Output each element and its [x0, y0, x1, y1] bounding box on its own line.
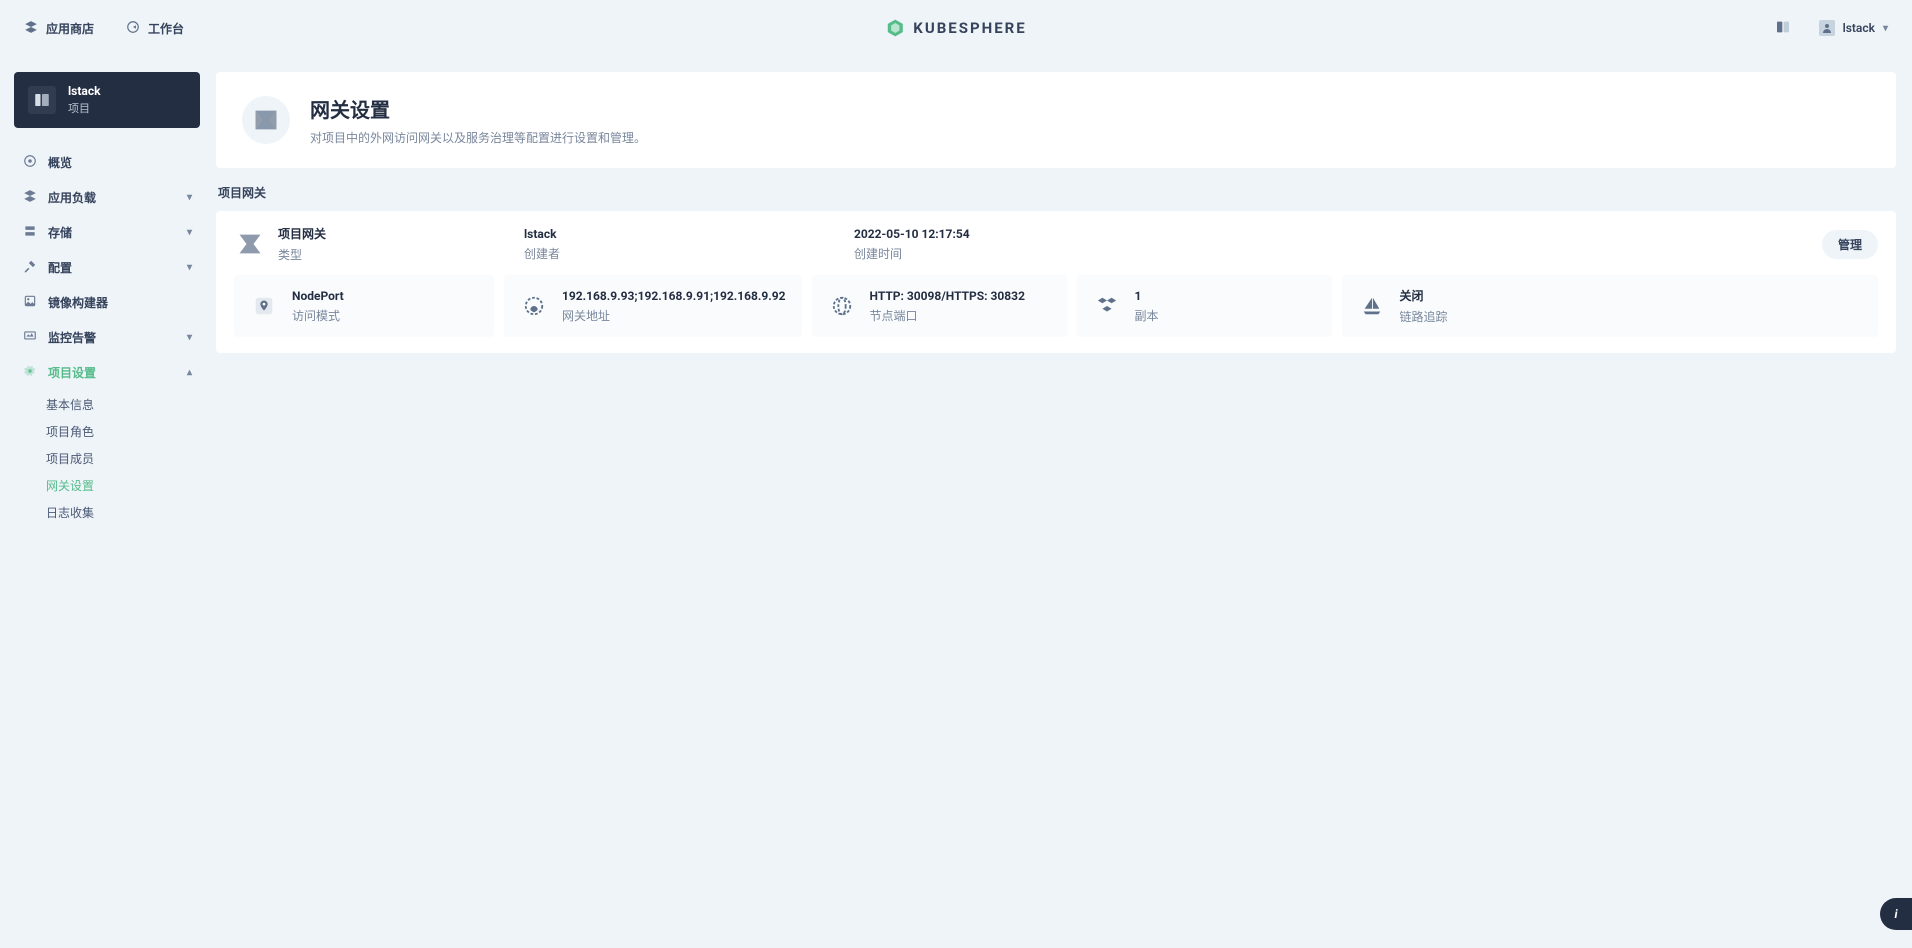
summary-created-value: 2022-05-10 12:17:54	[854, 227, 970, 241]
gateway-address-value: 192.168.9.93;192.168.9.91;192.168.9.92	[562, 289, 786, 303]
help-icon: i	[1894, 907, 1897, 921]
sub-gateway-settings[interactable]: 网关设置	[40, 472, 200, 499]
workbench-icon	[126, 20, 140, 37]
gateway-address-label: 网关地址	[562, 307, 786, 324]
chevron-up-icon: ▾	[187, 367, 192, 378]
detail-gateway-address: 192.168.9.93;192.168.9.91;192.168.9.92 网…	[504, 275, 802, 337]
sidebar-item-label: 镜像构建器	[48, 294, 108, 311]
summary-creator-value: lstack	[524, 227, 560, 241]
avatar-icon	[1819, 20, 1835, 36]
access-mode-value: NodePort	[292, 289, 344, 303]
gateway-card: 项目网关 类型 lstack 创建者 2022-05-10 12:17:54	[216, 211, 1896, 353]
summary-type-label: 类型	[278, 246, 326, 263]
brand-logo-icon	[885, 18, 905, 38]
nav-app-store-label: 应用商店	[46, 20, 94, 37]
summary-creator-label: 创建者	[524, 245, 560, 262]
pin-icon	[250, 292, 278, 320]
node-port-label: 节点端口	[870, 307, 1025, 324]
gateway-header-icon	[242, 96, 290, 144]
summary-type-value: 项目网关	[278, 225, 326, 242]
nav-app-store[interactable]: 应用商店	[24, 20, 94, 37]
sidebar-item-image-builder[interactable]: 镜像构建器	[14, 286, 200, 319]
summary-created: 2022-05-10 12:17:54 创建时间	[854, 227, 1124, 262]
user-menu[interactable]: lstack ▾	[1819, 20, 1888, 36]
sidebar-item-label: 监控告警	[48, 329, 96, 346]
sidebar-item-storage[interactable]: 存储 ▾	[14, 216, 200, 249]
sidebar: lstack 项目 概览 应用负载 ▾ 存储 ▾	[14, 72, 200, 526]
section-label: 项目网关	[216, 182, 1896, 211]
project-card[interactable]: lstack 项目	[14, 72, 200, 128]
sidebar-item-label: 应用负载	[48, 189, 96, 206]
topbar: 应用商店 工作台 KUBESPHERE lstack ▾	[0, 0, 1912, 56]
summary-type: 项目网关 类型	[234, 225, 464, 263]
project-settings-submenu: 基本信息 项目角色 项目成员 网关设置 日志收集	[14, 391, 200, 526]
cubes-icon	[1093, 292, 1121, 320]
main: 网关设置 对项目中的外网访问网关以及服务治理等配置进行设置和管理。 项目网关 项…	[216, 72, 1896, 353]
detail-replicas: 1 副本	[1077, 275, 1332, 337]
summary-created-label: 创建时间	[854, 245, 970, 262]
layers-icon	[24, 20, 38, 37]
node-port-value: HTTP: 30098/HTTPS: 30832	[870, 289, 1025, 303]
gateway-details-row: NodePort 访问模式 192.168.9.93;192.168.9.91;…	[234, 275, 1878, 337]
replicas-label: 副本	[1135, 307, 1159, 324]
sidebar-item-config[interactable]: 配置 ▾	[14, 251, 200, 284]
sub-project-roles[interactable]: 项目角色	[40, 418, 200, 445]
page-desc: 对项目中的外网访问网关以及服务治理等配置进行设置和管理。	[310, 129, 646, 146]
tracing-label: 链路追踪	[1400, 308, 1448, 325]
manage-button[interactable]: 管理	[1822, 230, 1878, 259]
sidebar-item-project-settings[interactable]: 项目设置 ▾	[14, 356, 200, 389]
detail-access-mode: NodePort 访问模式	[234, 275, 494, 337]
storage-icon	[22, 224, 38, 241]
docs-icon[interactable]	[1775, 19, 1791, 38]
sidebar-item-label: 概览	[48, 154, 72, 171]
gateway-summary-row: 项目网关 类型 lstack 创建者 2022-05-10 12:17:54	[234, 225, 1878, 263]
sidebar-item-label: 存储	[48, 224, 72, 241]
page-header: 网关设置 对项目中的外网访问网关以及服务治理等配置进行设置和管理。	[216, 72, 1896, 168]
sub-log-collection[interactable]: 日志收集	[40, 499, 200, 526]
replicas-value: 1	[1135, 289, 1159, 303]
sidebar-item-workloads[interactable]: 应用负载 ▾	[14, 181, 200, 214]
chevron-down-icon: ▾	[187, 227, 192, 238]
gear-icon	[22, 364, 38, 381]
gateway-icon	[234, 228, 266, 260]
chevron-down-icon: ▾	[187, 262, 192, 273]
sub-basic-info[interactable]: 基本信息	[40, 391, 200, 418]
chevron-down-icon: ▾	[187, 192, 192, 203]
page-title: 网关设置	[310, 94, 646, 123]
chevron-down-icon: ▾	[1883, 23, 1888, 34]
nav-workbench[interactable]: 工作台	[126, 20, 184, 37]
monitor-icon	[22, 329, 38, 346]
topbar-right: lstack ▾	[1775, 19, 1888, 38]
sidebar-item-label: 配置	[48, 259, 72, 276]
layers-icon	[22, 189, 38, 206]
project-icon	[28, 86, 56, 114]
project-subtitle: 项目	[68, 100, 100, 116]
sidebar-item-overview[interactable]: 概览	[14, 146, 200, 179]
detail-node-port: HTTP: 30098/HTTPS: 30832 节点端口	[812, 275, 1067, 337]
user-name: lstack	[1843, 21, 1875, 35]
sidebar-item-monitoring[interactable]: 监控告警 ▾	[14, 321, 200, 354]
brand-text: KUBESPHERE	[913, 19, 1026, 37]
layout: lstack 项目 概览 应用负载 ▾ 存储 ▾	[0, 56, 1912, 542]
image-icon	[22, 294, 38, 311]
sub-project-members[interactable]: 项目成员	[40, 445, 200, 472]
hammer-icon	[22, 259, 38, 276]
sidebar-item-label: 项目设置	[48, 364, 96, 381]
help-fab[interactable]: i	[1880, 898, 1912, 930]
access-mode-label: 访问模式	[292, 307, 344, 324]
network-icon	[828, 292, 856, 320]
topbar-left: 应用商店 工作台	[24, 20, 184, 37]
globe-icon	[520, 292, 548, 320]
brand[interactable]: KUBESPHERE	[885, 18, 1026, 38]
tracing-value: 关闭	[1400, 287, 1448, 304]
chevron-down-icon: ▾	[187, 332, 192, 343]
detail-tracing: 关闭 链路追踪	[1342, 275, 1878, 337]
sailboat-icon	[1358, 292, 1386, 320]
project-name: lstack	[68, 84, 100, 98]
summary-creator: lstack 创建者	[524, 227, 794, 262]
overview-icon	[22, 154, 38, 171]
nav-workbench-label: 工作台	[148, 20, 184, 37]
